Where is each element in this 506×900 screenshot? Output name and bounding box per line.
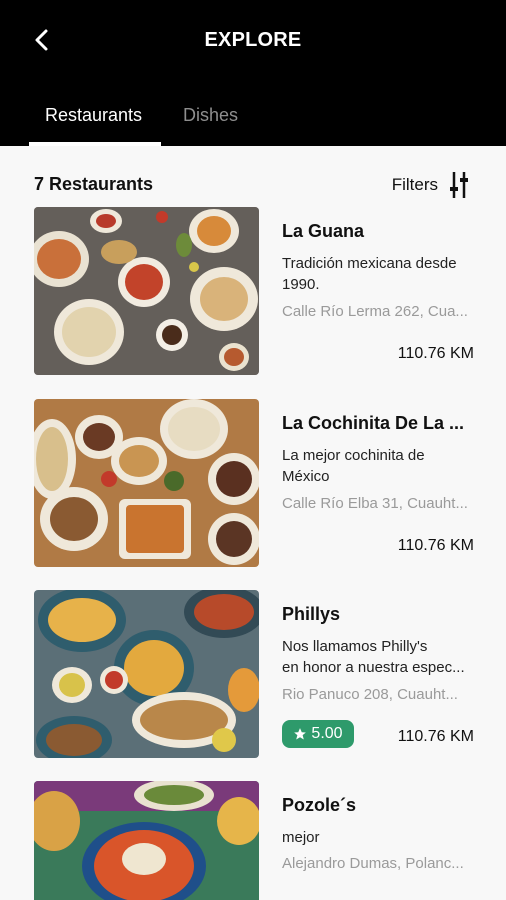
restaurant-count: 7 Restaurants — [34, 174, 154, 194]
restaurant-card[interactable]: Phillys Nos llamamos Philly's en honor a… — [34, 590, 474, 760]
sliders-icon — [450, 172, 468, 198]
restaurant-address: Alejandro Dumas, Polanc... — [282, 855, 464, 872]
top-bar: EXPLORE Restaurants Dishes — [0, 0, 506, 146]
filters-label: Filters — [391, 175, 438, 194]
restaurant-address: Calle Río Elba 31, Cuauht... — [282, 495, 468, 512]
restaurant-description: La mejor cochinita de México — [282, 445, 474, 487]
restaurant-card[interactable]: La Cochinita De La ... La mejor cochinit… — [34, 399, 474, 569]
restaurant-address: Calle Río Lerma 262, Cua... — [282, 303, 468, 320]
description-line: 1990. — [282, 276, 320, 293]
star-icon — [294, 728, 307, 740]
tab-restaurants[interactable]: Restaurants — [45, 105, 142, 126]
restaurant-description: mejor — [282, 827, 474, 848]
rating-badge: 5.00 — [282, 720, 354, 748]
tab-dishes[interactable]: Dishes — [183, 105, 238, 126]
active-tab-indicator — [29, 142, 161, 146]
restaurant-description: Tradición mexicana desde 1990. — [282, 253, 474, 295]
restaurant-name: Phillys — [282, 604, 341, 624]
restaurant-address: Rio Panuco 208, Cuauht... — [282, 686, 458, 703]
rating-value: 5.00 — [311, 725, 343, 742]
restaurant-name: La Guana — [282, 221, 365, 241]
restaurant-name: La Cochinita De La ... — [282, 413, 465, 433]
restaurant-distance: 110.76 KM — [397, 537, 474, 554]
page-title: EXPLORE — [204, 29, 302, 51]
restaurant-distance: 110.76 KM — [397, 728, 474, 745]
description-line: en honor a nuestra espec... — [282, 659, 465, 676]
restaurant-photo — [34, 207, 259, 375]
restaurant-name: Pozole´s — [282, 795, 357, 815]
description-line: Tradición mexicana desde — [282, 255, 457, 272]
restaurant-description: Nos llamamos Philly's en honor a nuestra… — [282, 636, 474, 678]
tab-bar: Restaurants Dishes — [0, 96, 506, 146]
description-line: México — [282, 468, 330, 485]
description-line: Nos llamamos Philly's — [282, 638, 428, 655]
description-line: La mejor cochinita de — [282, 447, 425, 464]
restaurant-card[interactable]: La Guana Tradición mexicana desde 1990. … — [34, 207, 474, 377]
restaurant-card[interactable]: Pozole´s mejor Alejandro Dumas, Polanc..… — [34, 781, 474, 900]
restaurant-distance: 110.76 KM — [397, 345, 474, 362]
description-line: mejor — [282, 829, 320, 846]
filters-button[interactable]: Filters — [392, 170, 470, 200]
restaurant-photo — [34, 399, 259, 567]
restaurant-photo — [34, 590, 259, 758]
restaurant-photo — [34, 781, 259, 900]
